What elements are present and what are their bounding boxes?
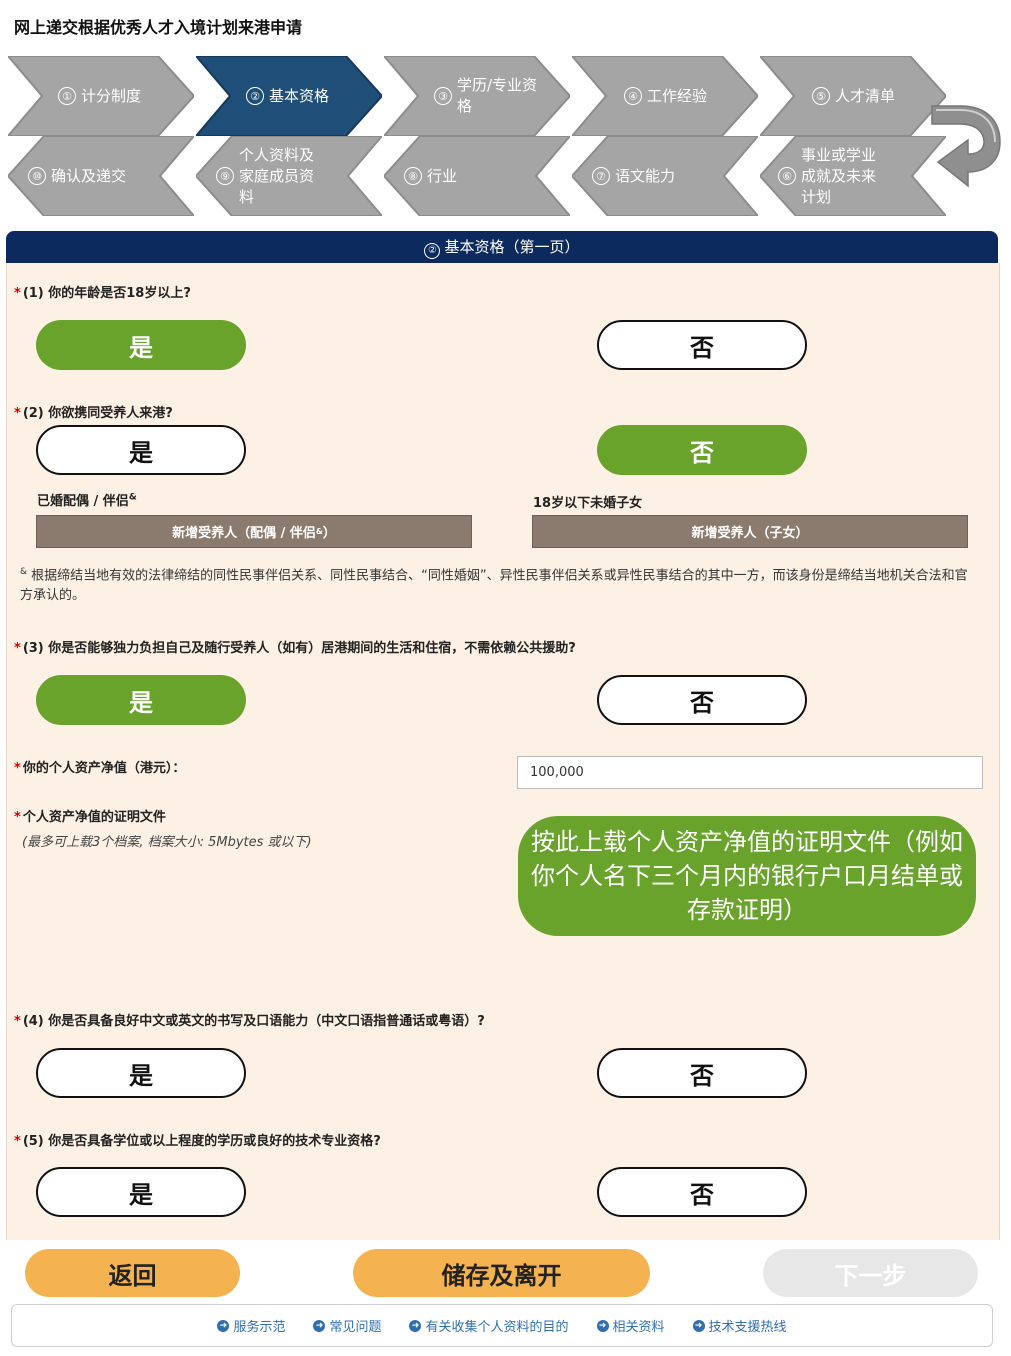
step-2[interactable]: ② 基本资格 bbox=[196, 56, 382, 136]
q3-yes-button[interactable]: 是 bbox=[36, 675, 246, 725]
footer-link-privacy[interactable]: ➜ 有关收集个人资料的目的 bbox=[409, 1316, 569, 1335]
spouse-label: 已婚配偶 / 伴侣& bbox=[37, 492, 137, 509]
q2-no-button[interactable]: 否 bbox=[597, 425, 807, 475]
question-5-text: (5) 你是否具备学位或以上程度的学历或良好的技术专业资格? bbox=[22, 1134, 381, 1149]
step-number: ① bbox=[58, 87, 76, 105]
step-9[interactable]: ⑨ 个人资料及家庭成员资料 bbox=[196, 136, 382, 216]
upload-hint: (最多可上载3个档案, 档案大小: 5Mbytes 或以下) bbox=[22, 835, 312, 850]
step-8[interactable]: ⑧ 行业 bbox=[384, 136, 570, 216]
proof-label: * 个人资产净值的证明文件 bbox=[14, 810, 166, 825]
footer-link-hotline[interactable]: ➜ 技术支援热线 bbox=[692, 1316, 787, 1335]
arrow-right-icon: ➜ bbox=[313, 1319, 326, 1332]
footer-link-faq[interactable]: ➜ 常见问题 bbox=[313, 1316, 381, 1335]
question-2-text: (2) 你欲携同受养人来港? bbox=[22, 406, 173, 421]
question-2: * (2) 你欲携同受养人来港? bbox=[14, 406, 173, 421]
step-label: 基本资格 bbox=[269, 86, 330, 105]
arrow-right-icon: ➜ bbox=[217, 1319, 230, 1332]
step-label: 行业 bbox=[427, 166, 458, 185]
add-spouse-button[interactable]: 新增受养人（配偶 / 伴侣 &） bbox=[36, 515, 472, 548]
q2-yes-button[interactable]: 是 bbox=[36, 425, 246, 475]
step-number: ⑦ bbox=[592, 167, 610, 185]
step-label: 确认及递交 bbox=[51, 166, 127, 185]
save-and-exit-button[interactable]: 储存及离开 bbox=[353, 1249, 650, 1297]
step-5[interactable]: ⑤ 人才清单 bbox=[760, 56, 946, 136]
section-header: ② 基本资格（第一页） bbox=[6, 231, 998, 263]
step-10[interactable]: ⑩ 确认及递交 bbox=[8, 136, 194, 216]
page-title: 网上递交根据优秀人才入境计划来港申请 bbox=[14, 18, 303, 37]
step-label: 工作经验 bbox=[647, 86, 708, 105]
next-step-button[interactable]: 下一步 bbox=[763, 1249, 978, 1297]
question-1-text: (1) 你的年龄是否18岁以上? bbox=[22, 286, 191, 301]
children-label: 18岁以下未婚子女 bbox=[533, 496, 643, 511]
step-number: ④ bbox=[624, 87, 642, 105]
arrow-right-icon: ➜ bbox=[596, 1319, 609, 1332]
arrow-right-icon: ➜ bbox=[409, 1319, 422, 1332]
step-label: 个人资料及家庭成员资料 bbox=[239, 145, 315, 206]
footer-links: ➜ 服务示范 ➜ 常见问题 ➜ 有关收集个人资料的目的 ➜ 相关资料 ➜ 技术支援热线 bbox=[11, 1304, 993, 1347]
back-button[interactable]: 返回 bbox=[25, 1249, 240, 1297]
step-label: 计分制度 bbox=[81, 86, 142, 105]
arrow-right-icon: ➜ bbox=[692, 1319, 705, 1332]
section-number: ② bbox=[424, 243, 441, 259]
step-label: 语文能力 bbox=[615, 166, 676, 185]
step-4[interactable]: ④ 工作经验 bbox=[572, 56, 758, 136]
add-child-button[interactable]: 新增受养人（子女） bbox=[532, 515, 968, 548]
step-label: 学历/专业资格 bbox=[457, 76, 538, 115]
q1-yes-button[interactable]: 是 bbox=[36, 320, 246, 370]
question-1: * (1) 你的年龄是否18岁以上? bbox=[14, 286, 191, 301]
step-number: ⑨ bbox=[216, 167, 234, 185]
q4-no-button[interactable]: 否 bbox=[597, 1048, 807, 1098]
step-number: ⑧ bbox=[404, 167, 422, 185]
asset-label: * 你的个人资产净值（港元）： bbox=[14, 761, 186, 776]
question-5: * (5) 你是否具备学位或以上程度的学历或良好的技术专业资格? bbox=[14, 1134, 381, 1149]
question-4: * (4) 你是否具备良好中文或英文的书写及口语能力（中文口语指普通话或粤语）? bbox=[14, 1014, 485, 1029]
q5-yes-button[interactable]: 是 bbox=[36, 1167, 246, 1217]
q4-yes-button[interactable]: 是 bbox=[36, 1048, 246, 1098]
step-label: 事业或学业成就及未来计划 bbox=[801, 145, 877, 206]
step-1[interactable]: ① 计分制度 bbox=[8, 56, 194, 136]
step-7[interactable]: ⑦ 语文能力 bbox=[572, 136, 758, 216]
step-number: ⑩ bbox=[28, 167, 46, 185]
step-number: ⑤ bbox=[812, 87, 830, 105]
footnote: & 根据缔结当地有效的法律缔结的同性民事伴侣关系、同性民事结合、“同性婚姻”、异… bbox=[20, 567, 968, 604]
q1-no-button[interactable]: 否 bbox=[597, 320, 807, 370]
footer-link-related[interactable]: ➜ 相关资料 bbox=[596, 1316, 665, 1335]
wrap-arrow-icon bbox=[931, 105, 1001, 188]
step-number: ③ bbox=[434, 87, 452, 105]
step-number: ⑥ bbox=[778, 167, 796, 185]
upload-proof-button[interactable]: 按此上载个人资产净值的证明文件（例如你个人名下三个月内的银行户口月结单或存款证明… bbox=[518, 816, 976, 936]
step-3[interactable]: ③ 学历/专业资格 bbox=[384, 56, 570, 136]
asset-value-input[interactable] bbox=[517, 756, 983, 789]
step-6[interactable]: ⑥ 事业或学业成就及未来计划 bbox=[760, 136, 946, 216]
q3-no-button[interactable]: 否 bbox=[597, 675, 807, 725]
q5-no-button[interactable]: 否 bbox=[597, 1167, 807, 1217]
footer-link-demo[interactable]: ➜ 服务示范 bbox=[217, 1316, 285, 1335]
question-3: * (3) 你是否能够独力负担自己及随行受养人（如有）居港期间的生活和住宿，不需依… bbox=[14, 641, 576, 656]
question-4-text: (4) 你是否具备良好中文或英文的书写及口语能力（中文口语指普通话或粤语）? bbox=[22, 1014, 485, 1029]
section-title: 基本资格（第一页） bbox=[444, 238, 580, 256]
step-progress: ① 计分制度 ② 基本资格 ③ 学历/专业资格 ④ 工作经验 ⑤ 人才清单 ⑥ 事业或学业成… bbox=[0, 52, 1011, 222]
step-label: 人才清单 bbox=[835, 86, 896, 105]
step-number: ② bbox=[246, 87, 264, 105]
question-3-text: (3) 你是否能够独力负担自己及随行受养人（如有）居港期间的生活和住宿，不需依赖… bbox=[22, 641, 576, 656]
